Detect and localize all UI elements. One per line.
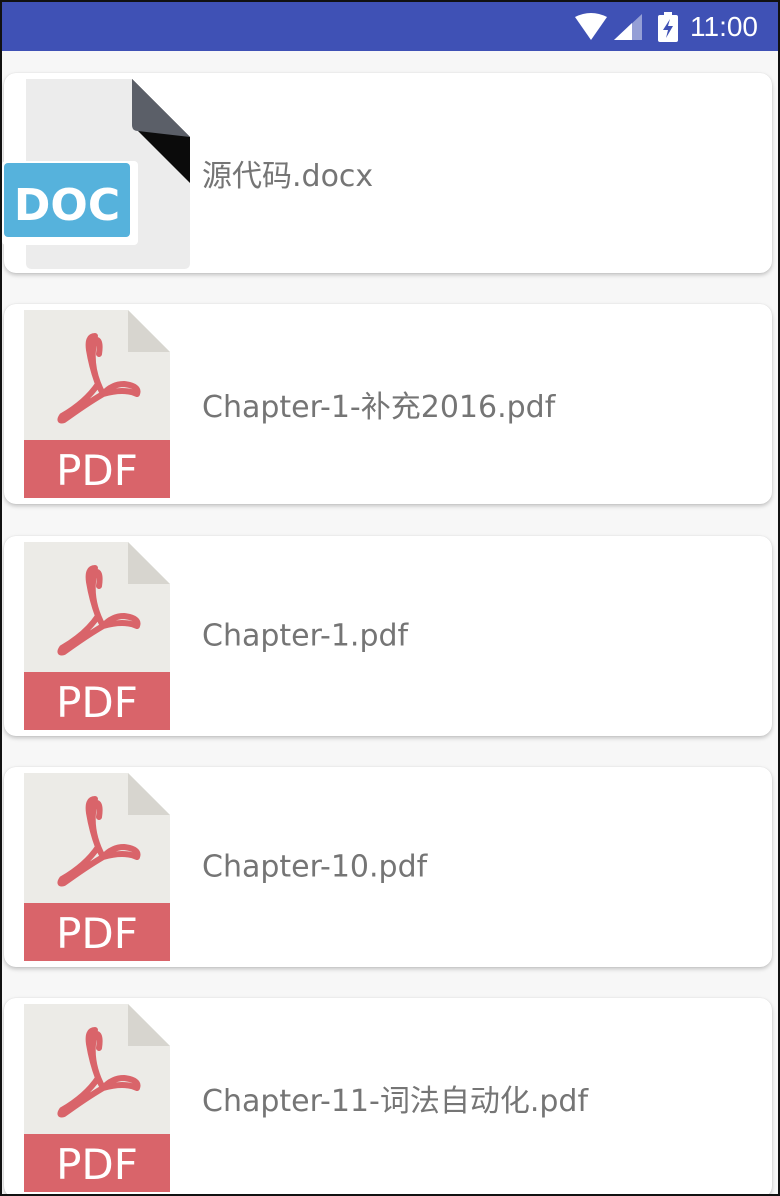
file-list-item[interactable]: PDF Chapter-1-补充2016.pdf bbox=[4, 304, 772, 504]
file-name: Chapter-10.pdf bbox=[202, 849, 428, 885]
status-icons: 11:00 bbox=[574, 12, 758, 42]
pdf-file-icon: PDF bbox=[24, 773, 170, 961]
app-screen: 11:00 DOC 源代码.docx PDF Chapter-1-补充2016.… bbox=[0, 0, 780, 1196]
file-name: Chapter-11-词法自动化.pdf bbox=[202, 1084, 589, 1119]
file-list-item[interactable]: PDF Chapter-10.pdf bbox=[4, 767, 772, 967]
battery-charging-icon bbox=[658, 12, 678, 42]
file-list-item[interactable]: PDF Chapter-11-词法自动化.pdf bbox=[4, 998, 772, 1194]
status-time: 11:00 bbox=[690, 11, 758, 42]
pdf-icon-label: PDF bbox=[56, 446, 138, 495]
file-list-item[interactable]: DOC 源代码.docx bbox=[2, 73, 772, 273]
pdf-file-icon: PDF bbox=[24, 310, 170, 498]
file-name: 源代码.docx bbox=[202, 159, 374, 194]
file-name: Chapter-1-补充2016.pdf bbox=[202, 390, 556, 425]
wifi-icon bbox=[575, 13, 607, 40]
file-name: Chapter-1.pdf bbox=[202, 618, 409, 654]
pdf-icon-label: PDF bbox=[56, 909, 138, 958]
signal-icon bbox=[614, 14, 642, 40]
file-list-item[interactable]: PDF Chapter-1.pdf bbox=[4, 536, 772, 736]
pdf-file-icon: PDF bbox=[24, 1004, 170, 1192]
doc-icon-label: DOC bbox=[14, 180, 120, 231]
status-bar: 11:00 bbox=[2, 2, 778, 51]
pdf-icon-label: PDF bbox=[56, 1140, 138, 1189]
doc-file-icon: DOC bbox=[2, 79, 190, 269]
pdf-file-icon: PDF bbox=[24, 542, 170, 730]
pdf-icon-label: PDF bbox=[56, 678, 138, 727]
